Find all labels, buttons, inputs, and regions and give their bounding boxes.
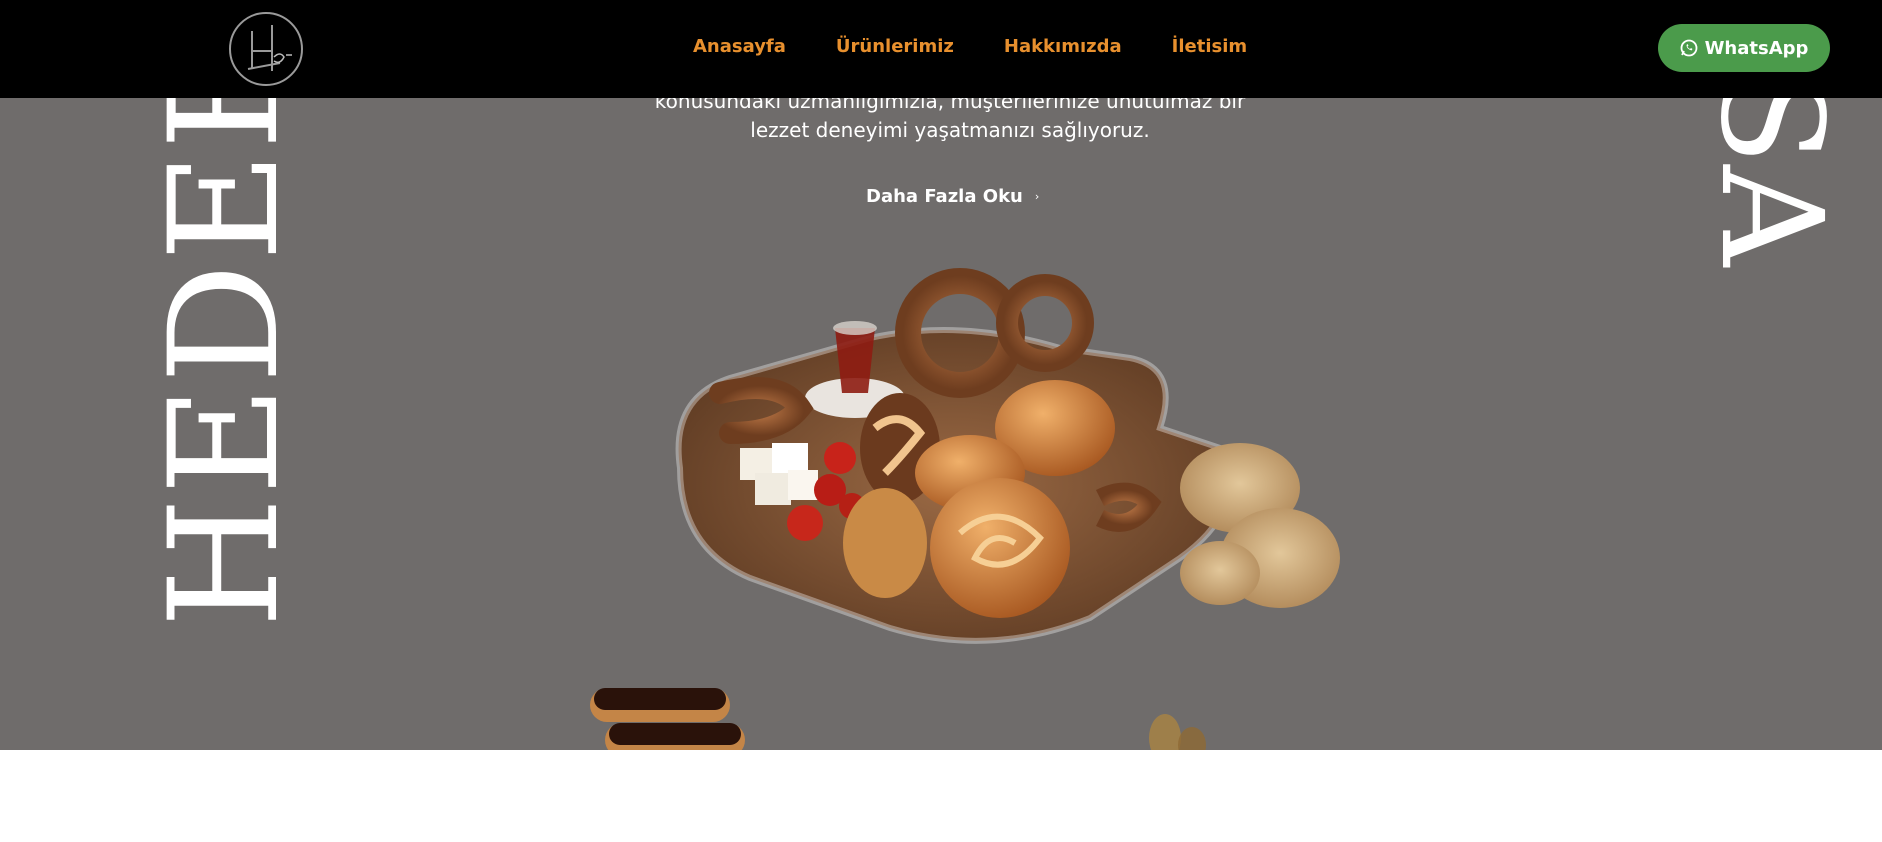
whatsapp-label: WhatsApp <box>1704 37 1809 59</box>
hero-intro-line2: lezzet deneyimi yaşatmanızı sağlıyoruz. <box>750 118 1150 142</box>
read-more-label: Daha Fazla Oku <box>866 186 1023 207</box>
hero-right-word: ASA <box>1689 98 1852 267</box>
bottom-section <box>0 750 1882 842</box>
site-header: Anasayfa Ürünlerimiz Hakkımızda İletisim… <box>0 0 1882 98</box>
nav-anasayfa[interactable]: Anasayfa <box>693 36 786 57</box>
nav-hakkimizda[interactable]: Hakkımızda <box>1004 36 1122 57</box>
pastry-image <box>1149 714 1206 750</box>
read-more-link[interactable]: Daha Fazla Oku › <box>866 186 1039 207</box>
bakery-board-image <box>675 268 1340 644</box>
nav-urunlerimiz[interactable]: Ürünlerimiz <box>836 36 954 57</box>
nav-iletisim[interactable]: İletisim <box>1172 36 1248 57</box>
whatsapp-icon <box>1680 39 1698 57</box>
hero-left-word: HEDEF <box>138 98 312 628</box>
main-nav: Anasayfa Ürünlerimiz Hakkımızda İletisim <box>693 36 1247 57</box>
hero-intro: konusundaki uzmanlığımızla, müşterilerin… <box>600 98 1300 145</box>
hero-intro-line1: konusundaki uzmanlığımızla, müşterilerin… <box>654 98 1246 113</box>
hero-section: HEDEF ASA konusundaki uzmanlığımızla, mü… <box>0 98 1882 750</box>
eclair-image <box>590 688 745 750</box>
whatsapp-button[interactable]: WhatsApp <box>1658 24 1830 72</box>
hedef-logo-icon[interactable] <box>228 11 304 87</box>
chevron-right-icon: › <box>1034 190 1040 203</box>
